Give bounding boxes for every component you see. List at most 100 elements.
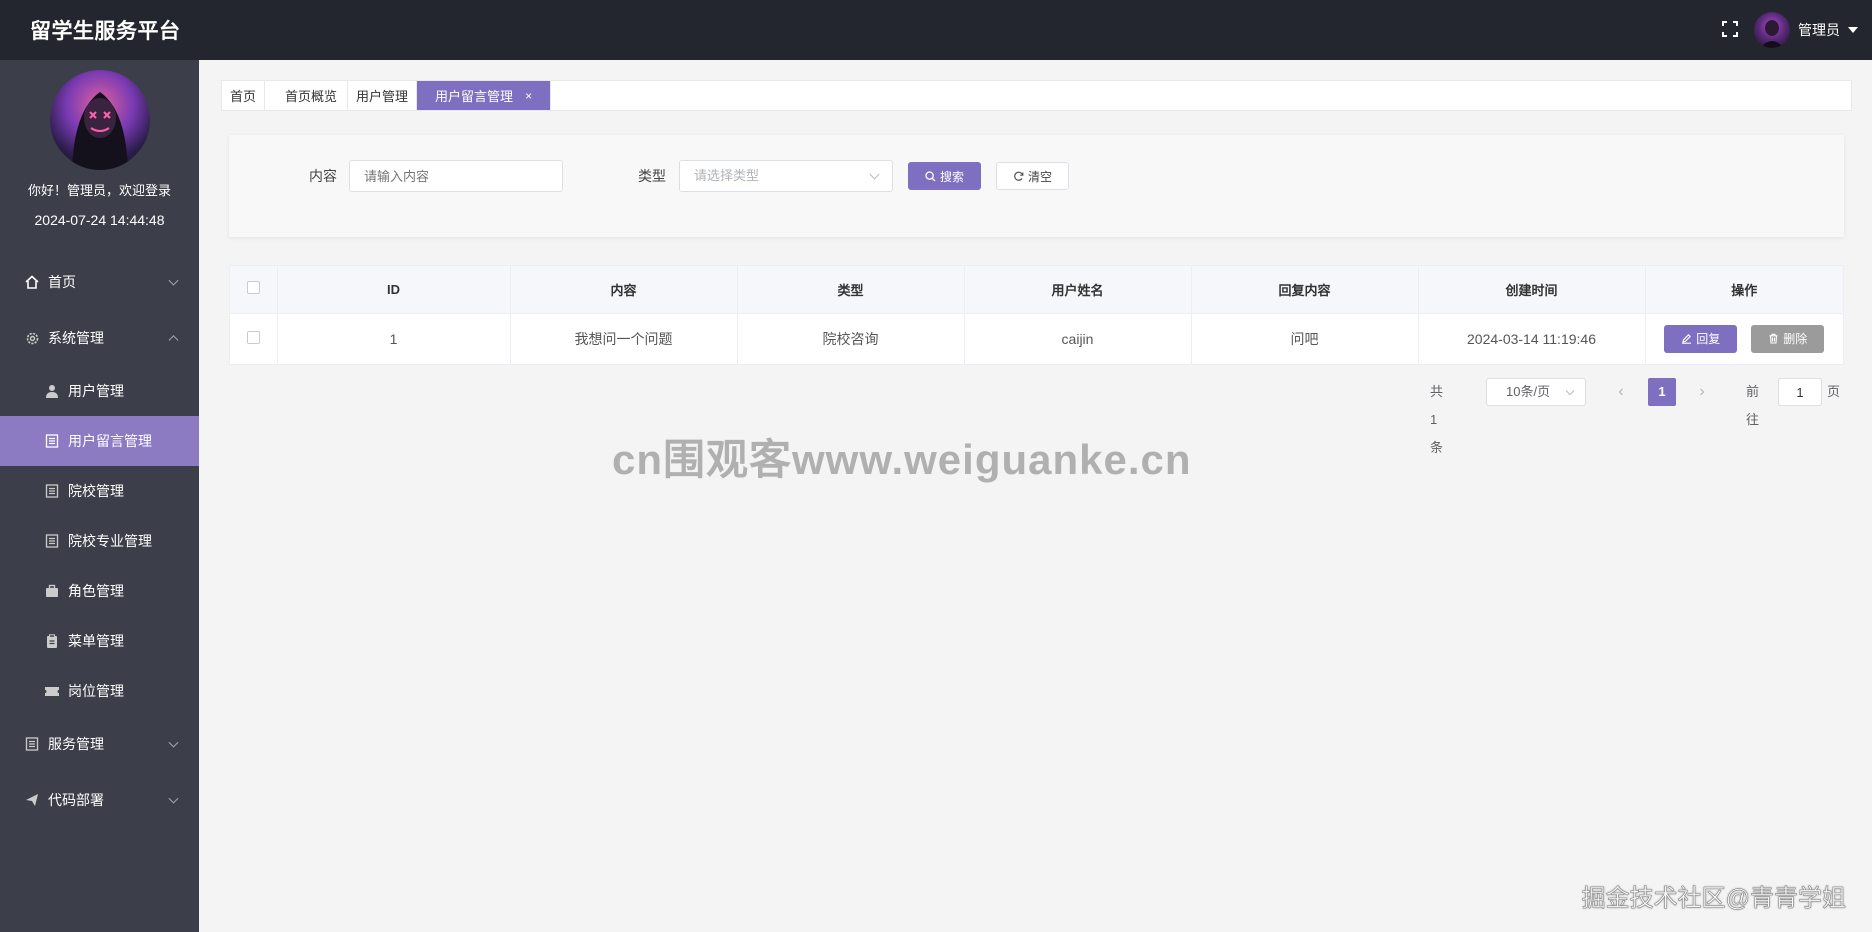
gear-icon — [24, 330, 40, 346]
home-icon — [24, 274, 40, 290]
reply-button[interactable]: 回复 — [1664, 324, 1738, 353]
tab-label: 用户留言管理 — [435, 89, 514, 104]
sidebar-item-deploy[interactable]: 代码部署 — [0, 772, 199, 828]
goto-page-input[interactable] — [1778, 378, 1822, 406]
ticket-icon — [44, 683, 60, 699]
page-size-select[interactable]: 10条/页 — [1486, 378, 1586, 406]
sidebar-item-role-management[interactable]: 角色管理 — [0, 566, 199, 616]
chevron-down-icon — [168, 275, 179, 286]
sidebar-item-service[interactable]: 服务管理 — [0, 716, 199, 772]
sidebar-item-message-management[interactable]: 用户留言管理 — [0, 416, 199, 466]
column-header[interactable]: 类型 — [737, 266, 965, 314]
search-icon — [925, 170, 936, 182]
sidebar: 你好！管理员，欢迎登录 2024-07-24 14:44:48 首页 系统管理 … — [0, 60, 199, 932]
user-icon — [44, 383, 60, 399]
close-icon[interactable]: × — [525, 89, 532, 103]
sidebar-item-label: 代码部署 — [48, 792, 104, 808]
sidebar-menu: 首页 系统管理 用户管理 用户留言管理 院校管理 院校专业管理 角色管理 菜单管… — [0, 254, 199, 828]
table-row: 1 我想问一个问题 院校咨询 caijin 问吧 2024-03-14 11:1… — [230, 313, 1843, 364]
message-table: ID 内容 类型 用户姓名 回复内容 创建时间 操作 1 我想问一个问题 院校咨… — [229, 265, 1844, 365]
cell-type: 院校咨询 — [737, 313, 965, 364]
pagination-total: 共 1 条 — [1430, 384, 1444, 455]
column-header[interactable]: 内容 — [510, 266, 738, 314]
caret-down-icon[interactable] — [1848, 27, 1858, 33]
next-page-icon[interactable]: › — [1692, 378, 1712, 406]
sidebar-item-major-management[interactable]: 院校专业管理 — [0, 516, 199, 566]
welcome-text: 你好！管理员，欢迎登录 — [27, 183, 171, 198]
chevron-down-icon — [869, 169, 880, 180]
cell-user-name: caijin — [964, 313, 1192, 364]
sidebar-item-label: 院校专业管理 — [68, 533, 152, 549]
corner-watermark: 掘金技术社区@青青学姐 — [1581, 885, 1846, 913]
app-title: 留学生服务平台 — [30, 20, 181, 43]
sidebar-item-label: 首页 — [48, 274, 76, 290]
sidebar-item-label: 菜单管理 — [68, 633, 124, 649]
clipboard-icon — [44, 633, 60, 649]
page-unit-label: 页 — [1827, 384, 1841, 399]
column-header: 操作 — [1645, 266, 1843, 314]
header-user-area: 管理员 — [1722, 0, 1858, 60]
prev-page-icon[interactable]: ‹ — [1611, 378, 1631, 406]
sidebar-item-post-management[interactable]: 岗位管理 — [0, 666, 199, 716]
column-header[interactable]: 创建时间 — [1418, 266, 1646, 314]
document-icon — [44, 483, 60, 499]
briefcase-icon — [44, 583, 60, 599]
sidebar-item-label: 用户留言管理 — [68, 433, 152, 449]
send-icon — [24, 792, 40, 808]
page-number-current[interactable]: 1 — [1648, 378, 1676, 406]
header-avatar[interactable] — [1754, 12, 1790, 48]
column-header[interactable]: 用户姓名 — [964, 266, 1192, 314]
sidebar-item-system[interactable]: 系统管理 — [0, 310, 199, 366]
table-header-row: ID 内容 类型 用户姓名 回复内容 创建时间 操作 — [230, 266, 1843, 314]
search-button[interactable]: 搜索 — [908, 162, 981, 190]
type-label: 类型 — [638, 168, 666, 184]
chevron-down-icon — [168, 737, 179, 748]
tab-message-management[interactable]: 用户留言管理 × — [417, 81, 552, 110]
row-checkbox[interactable] — [246, 330, 260, 344]
sidebar-item-label: 角色管理 — [68, 583, 124, 599]
chevron-up-icon — [168, 335, 179, 346]
fullscreen-icon[interactable] — [1722, 21, 1740, 39]
row-select-cell — [230, 313, 278, 364]
page-size-value: 10条/页 — [1506, 384, 1551, 399]
tabs-bar: 首页 首页概览 用户管理 用户留言管理 × — [221, 80, 1852, 111]
tab-label: 首页概览 — [285, 89, 338, 104]
chevron-down-icon — [168, 793, 179, 804]
sidebar-item-label: 用户管理 — [68, 383, 124, 399]
tab-label: 用户管理 — [356, 89, 409, 104]
sidebar-item-user-management[interactable]: 用户管理 — [0, 366, 199, 416]
document-icon — [44, 533, 60, 549]
select-all-checkbox[interactable] — [246, 281, 260, 295]
refresh-icon — [1013, 171, 1024, 182]
type-select[interactable]: 请选择类型 — [679, 160, 893, 192]
goto-label: 前往 — [1746, 384, 1760, 427]
content-search-input[interactable] — [349, 160, 563, 192]
delete-button[interactable]: 删除 — [1751, 324, 1825, 353]
sidebar-item-label: 院校管理 — [68, 483, 124, 499]
edit-icon — [1681, 333, 1692, 344]
search-panel: 内容 类型 请选择类型 搜索 清空 — [229, 135, 1844, 237]
sidebar-item-school-management[interactable]: 院校管理 — [0, 466, 199, 516]
login-time: 2024-07-24 14:44:48 — [34, 212, 165, 228]
sidebar-item-menu-management[interactable]: 菜单管理 — [0, 616, 199, 666]
sidebar-item-home[interactable]: 首页 — [0, 254, 199, 310]
tab-overview[interactable]: 首页概览 — [265, 81, 349, 110]
delete-button-label: 删除 — [1783, 332, 1808, 347]
cell-actions: 回复 删除 — [1645, 313, 1843, 364]
document-icon — [24, 736, 40, 752]
tab-home[interactable]: 首页 — [222, 81, 266, 110]
column-header[interactable]: ID — [277, 266, 511, 314]
tab-user-management[interactable]: 用户管理 — [348, 81, 418, 110]
tab-label: 首页 — [230, 89, 257, 104]
sidebar-item-label: 系统管理 — [48, 330, 104, 346]
chevron-down-icon — [1565, 386, 1575, 396]
clear-button-label: 清空 — [1027, 169, 1052, 184]
type-select-placeholder: 请选择类型 — [694, 168, 760, 183]
sidebar-item-label: 岗位管理 — [68, 683, 124, 699]
clear-button[interactable]: 清空 — [996, 162, 1069, 190]
document-icon — [44, 433, 60, 449]
content-label: 内容 — [309, 168, 337, 184]
column-header[interactable]: 回复内容 — [1191, 266, 1419, 314]
cell-id: 1 — [277, 313, 511, 364]
admin-name[interactable]: 管理员 — [1798, 20, 1840, 40]
